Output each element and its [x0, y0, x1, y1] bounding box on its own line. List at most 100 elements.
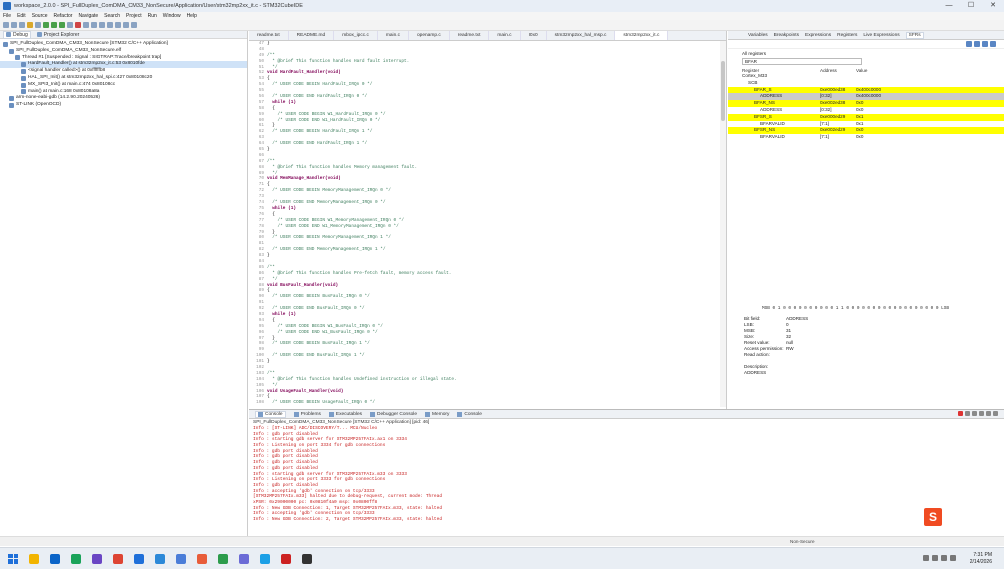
- editor-tab[interactable]: readme.txt: [249, 31, 289, 40]
- sfr-row[interactable]: BFARVALID [7:1] 0x0: [728, 134, 1004, 141]
- minimize-button[interactable]: —: [938, 0, 960, 12]
- menu-window[interactable]: Window: [163, 13, 181, 19]
- taskbar-app-icon[interactable]: [218, 553, 228, 564]
- wifi-icon[interactable]: [932, 555, 938, 561]
- run-icon[interactable]: [51, 22, 57, 28]
- scroll-lock-icon[interactable]: [972, 411, 977, 416]
- menu-navigate[interactable]: Navigate: [78, 13, 98, 19]
- editor-tab[interactable]: openamp.c: [409, 31, 450, 40]
- clock[interactable]: 7:31 PM 2/14/2026: [970, 552, 992, 566]
- console-tab[interactable]: Debugger Console: [370, 411, 417, 417]
- editor-tab[interactable]: main.c: [378, 31, 410, 40]
- clear-icon[interactable]: [965, 411, 970, 416]
- chevron-up-icon[interactable]: [923, 555, 929, 561]
- tab-sfrs[interactable]: SFRs: [905, 31, 924, 39]
- sfr-row[interactable]: ADDRESS [0:32] 0x0: [728, 107, 1004, 114]
- editor-tab[interactable]: README.md: [289, 31, 335, 40]
- sfr-row[interactable]: BFSR_NS 0xe002ed29 0x0: [728, 127, 1004, 135]
- new-icon[interactable]: [3, 22, 9, 28]
- refresh-icon[interactable]: [966, 41, 972, 47]
- taskbar-app-icon[interactable]: [134, 553, 144, 564]
- sfr-row[interactable]: SCB: [728, 80, 1004, 87]
- menu-edit[interactable]: Edit: [17, 13, 26, 19]
- tab-debug[interactable]: Debug: [3, 30, 31, 39]
- editor-tab[interactable]: stm32mp2xx_hal_msp.c: [547, 31, 616, 40]
- menu-run[interactable]: Run: [148, 13, 157, 19]
- minimize-icon[interactable]: [993, 411, 998, 416]
- sfr-row[interactable]: BFSR_S 0xe000ed29 0x1: [728, 113, 1004, 121]
- debug-tree-item[interactable]: MX_SPI3_Init() at main.c:474 0x80108cc: [0, 82, 247, 89]
- terminate-icon[interactable]: [75, 22, 81, 28]
- save-all-icon[interactable]: [19, 22, 25, 28]
- menu-icon[interactable]: [990, 41, 996, 47]
- pin-icon[interactable]: [982, 41, 988, 47]
- debug-icon[interactable]: [43, 22, 49, 28]
- taskbar-app-icon[interactable]: [239, 553, 249, 564]
- menu-project[interactable]: Project: [126, 13, 142, 19]
- sfr-row[interactable]: BFAR_S 0xe000ed38 0x400c0000: [728, 86, 1004, 94]
- tab-live-expressions[interactable]: Live Expressions: [863, 33, 899, 38]
- editor-tab[interactable]: stm32mp2xx_it.c: [615, 31, 669, 40]
- console-tab[interactable]: Console: [255, 410, 286, 418]
- start-icon[interactable]: [8, 553, 18, 564]
- scrollbar-thumb[interactable]: [721, 61, 725, 121]
- terminate-icon[interactable]: [958, 411, 963, 416]
- console-tab[interactable]: Console: [457, 411, 482, 417]
- suspend-icon[interactable]: [67, 22, 73, 28]
- tab-project-explorer[interactable]: Project Explorer: [36, 32, 79, 38]
- build-icon[interactable]: [27, 22, 33, 28]
- sfr-row[interactable]: ADDRESS [0:32] 0x400c0000: [728, 93, 1004, 101]
- tab-registers[interactable]: Registers: [837, 33, 857, 38]
- pin-icon[interactable]: [979, 411, 984, 416]
- debug-tree-item[interactable]: ST-LINK (OpenOCD): [0, 102, 247, 109]
- volume-icon[interactable]: [941, 555, 947, 561]
- console-output[interactable]: Info : [ST-LINK] ADC/DISCOVERY/T... MCU/…: [249, 426, 1004, 523]
- editor-scrollbar[interactable]: [720, 41, 726, 407]
- register-search-input[interactable]: BFAR: [742, 58, 862, 65]
- step-over-icon[interactable]: [99, 22, 105, 28]
- taskbar-app-icon[interactable]: [197, 553, 207, 564]
- editor-tab[interactable]: mbox_ipcc.c: [334, 31, 378, 40]
- sfr-row[interactable]: BFARVALID [7:1] 0x1: [728, 121, 1004, 128]
- collapse-icon[interactable]: [974, 41, 980, 47]
- settings-icon[interactable]: [35, 22, 41, 28]
- console-tab[interactable]: Memory: [425, 411, 449, 417]
- editor-tab[interactable]: main.c: [489, 31, 521, 40]
- tab-breakpoints[interactable]: Breakpoints: [774, 33, 799, 38]
- taskbar-app-icon[interactable]: [50, 553, 60, 564]
- taskbar-app-icon[interactable]: [92, 553, 102, 564]
- close-button[interactable]: ✕: [982, 0, 1004, 12]
- tab-variables[interactable]: Variables: [748, 33, 768, 38]
- save-icon[interactable]: [11, 22, 17, 28]
- disconnect-icon[interactable]: [83, 22, 89, 28]
- menu-help[interactable]: Help: [187, 13, 197, 19]
- step-return-icon[interactable]: [107, 22, 113, 28]
- step-into-icon[interactable]: [91, 22, 97, 28]
- forward-icon[interactable]: [131, 22, 137, 28]
- taskbar-app-icon[interactable]: [176, 553, 186, 564]
- sfr-row[interactable]: Cortex_M33: [728, 73, 1004, 80]
- menu-refactor[interactable]: Refactor: [54, 13, 73, 19]
- taskbar-app-icon[interactable]: [29, 553, 39, 564]
- taskbar-app-icon[interactable]: [302, 553, 312, 564]
- menu-source[interactable]: Source: [32, 13, 48, 19]
- taskbar-app-icon[interactable]: [113, 553, 123, 564]
- menu-file[interactable]: File: [3, 13, 11, 19]
- display-icon[interactable]: [986, 411, 991, 416]
- resume-icon[interactable]: [59, 22, 65, 28]
- console-tab[interactable]: Problems: [293, 411, 321, 417]
- taskbar-app-icon[interactable]: [155, 553, 165, 564]
- maximize-button[interactable]: ☐: [960, 0, 982, 12]
- sfr-row[interactable]: BFAR_NS 0xe002ed38 0x0: [728, 100, 1004, 107]
- debug-tree-item[interactable]: SPI_FullDuplex_ComDMA_CM33_NonSecure [ST…: [0, 41, 247, 48]
- menu-search[interactable]: Search: [104, 13, 120, 19]
- search-icon[interactable]: [115, 22, 121, 28]
- taskbar-app-icon[interactable]: [260, 553, 270, 564]
- code-area[interactable]: 47} 48 49/** 50 * @brief This function hand…: [249, 41, 719, 407]
- console-tab[interactable]: Executables: [328, 411, 362, 417]
- debug-tree-item[interactable]: SPI_FullDuplex_ComDMA_CM33_NonSecure.elf: [0, 48, 247, 55]
- tab-expressions[interactable]: Expressions: [805, 33, 831, 38]
- debug-tree-item[interactable]: HAL_SPI_Init() at stm32mp2xx_hal_spi.c:4…: [0, 75, 247, 82]
- editor-tab[interactable]: readme.txt: [450, 31, 490, 40]
- editor-tab[interactable]: I0x0: [521, 31, 547, 40]
